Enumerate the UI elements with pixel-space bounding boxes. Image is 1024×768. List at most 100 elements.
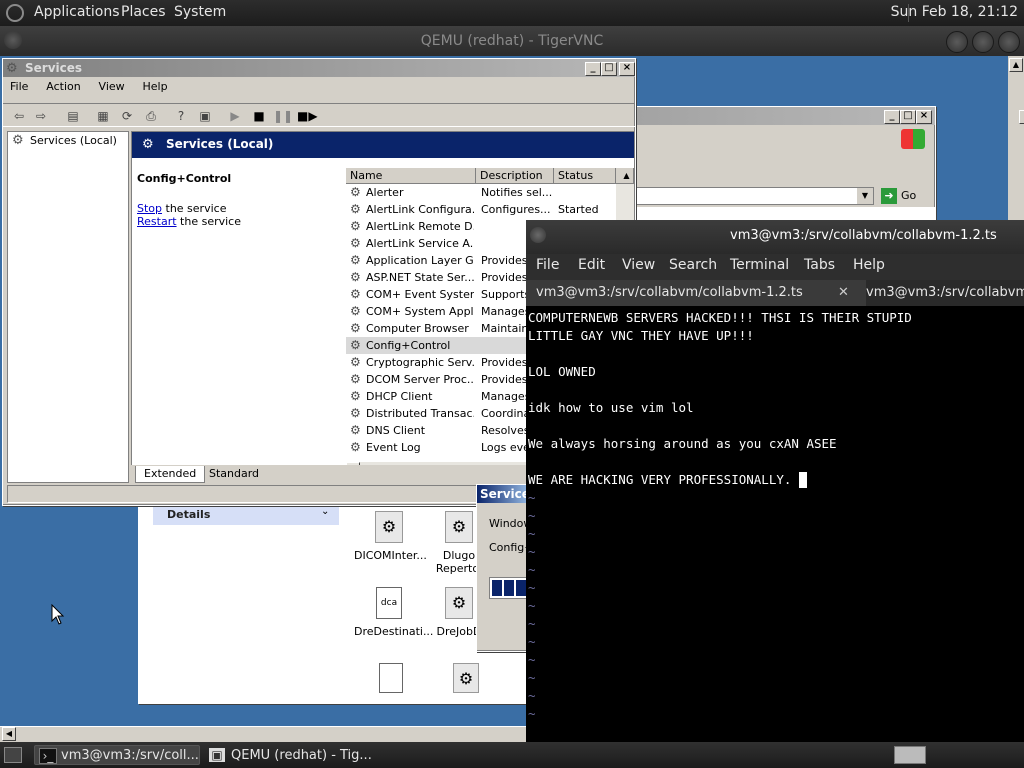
refresh-icon[interactable]: ⟳ [119,108,135,124]
service-gear-icon: ⚙ [350,236,361,250]
menu-file[interactable]: File [3,77,35,96]
terminal-tab-2[interactable]: vm3@vm3:/srv/collabvm/c [856,280,1024,306]
vim-empty-line-marker: ~ [528,688,536,703]
term-menu-search[interactable]: Search [669,257,717,273]
restart-service-icon[interactable]: ■▶ [297,108,318,124]
vim-empty-line-marker: ~ [528,670,536,685]
service-name: Computer Browser [366,322,469,335]
explorer-close-button[interactable]: × [916,110,932,124]
service-name: Config+Control [366,339,451,352]
pause-service-icon[interactable]: ❚❚ [273,108,293,124]
service-name: Application Layer G... [366,254,474,267]
service-name: DCOM Server Proc... [366,373,474,386]
tab-extended[interactable]: Extended [135,466,206,483]
term-menu-terminal[interactable]: Terminal [730,257,789,273]
start-service-icon[interactable]: ▶ [227,108,243,124]
service-gear-icon: ⚙ [350,219,361,233]
terminal-line: WE ARE HACKING VERY PROFESSIONALLY. [528,472,792,487]
progress-block [516,580,526,596]
properties-icon[interactable]: ▦ [95,108,111,124]
service-name: Cryptographic Serv... [366,356,474,369]
vnc-close-button[interactable] [998,31,1020,53]
explorer-maximize-button[interactable]: □ [900,110,916,124]
terminal-window: vm3@vm3:/srv/collabvm/collabvm-1.2.ts Fi… [526,220,1024,742]
service-gear-icon: ⚙ [350,185,361,199]
explorer-minimize-button[interactable] [1019,110,1024,124]
restart-link[interactable]: Restart [137,215,177,228]
vnc-maximize-button[interactable] [972,31,994,53]
export-list-icon[interactable]: ⎙ [143,108,159,124]
service-row[interactable]: ⚙ Alerter Notifies sel... [346,184,632,201]
vim-empty-line-marker: ~ [528,652,536,667]
vim-empty-line-marker: ~ [528,634,536,649]
services-close-button[interactable]: × [619,62,635,76]
menu-system[interactable]: System [174,4,226,20]
service-gear-icon: ⚙ [350,355,361,369]
service-gear-icon: ⚙ [350,270,361,284]
menu-applications[interactable]: Applications [34,4,120,20]
service-name: DHCP Client [366,390,433,403]
column-description[interactable]: Description [476,168,554,184]
services-minimize-button[interactable]: _ [585,62,601,76]
term-menu-view[interactable]: View [622,257,655,273]
back-icon[interactable]: ⇦ [11,108,27,124]
menu-action[interactable]: Action [39,77,87,96]
explorer-min-button[interactable]: _ [884,110,900,124]
vnc-menu-icon[interactable] [4,31,22,49]
foot-logo-icon[interactable] [6,4,24,22]
terminal-output[interactable]: COMPUTERNEWB SERVERS HACKED!!! THSI IS T… [526,306,1024,742]
help-icon[interactable]: ? [173,108,189,124]
terminal-menu-icon[interactable] [530,227,546,243]
collapse-chevron-icon[interactable]: ⌄ [321,506,329,517]
console-icon[interactable]: ▣ [197,108,213,124]
text-cursor [799,472,807,488]
tab-close-icon[interactable]: ✕ [838,280,849,306]
show-desktop-icon[interactable] [4,747,22,763]
tab-2-label: vm3@vm3:/srv/collabvm/c [866,285,1024,300]
vnc-horizontal-scrollbar[interactable]: ◀ [0,726,526,742]
menu-places[interactable]: Places [121,4,166,20]
go-button[interactable]: ➜ Go [879,187,919,205]
services-toolbar: ⇦ ⇨ ▤ ▦ ⟳ ⎙ ? ▣ ▶ ■ ❚❚ ■▶ [3,103,635,127]
list-scroll-up-button[interactable]: ▲ [616,168,634,184]
tree-item-services-local[interactable]: Services (Local) [30,134,117,147]
taskbar-item-terminal[interactable]: ›_ vm3@vm3:/srv/coll... [34,745,200,765]
details-label: Details [167,508,211,521]
taskbar-item-qemu[interactable]: ▣ QEMU (redhat) - Tig... [204,745,374,765]
term-menu-edit[interactable]: Edit [578,257,605,273]
term-menu-file[interactable]: File [536,257,559,273]
document-icon[interactable] [379,663,403,693]
service-row[interactable]: ⚙ AlertLink Configura... Configures... Star… [346,201,632,218]
clock[interactable]: Sun Feb 18, 21:12 [891,4,1018,20]
stop-line: Stop the service [137,202,226,215]
services-maximize-button[interactable]: □ [601,62,617,76]
service-gear-icon: ⚙ [445,587,473,619]
file-icon-dicominter[interactable]: ⚙ DICOMInter... [354,511,427,571]
vim-empty-line-marker: ~ [528,616,536,631]
stop-service-icon[interactable]: ■ [251,108,267,124]
terminal-tab-1[interactable]: vm3@vm3:/srv/collabvm/collabvm-1.2.ts ✕ [526,280,866,306]
column-name[interactable]: Name [346,168,476,184]
vnc-app-icon: ▣ [209,748,225,762]
term-menu-help[interactable]: Help [853,257,885,273]
term-menu-tabs[interactable]: Tabs [804,257,835,273]
tab-1-label: vm3@vm3:/srv/collabvm/collabvm-1.2.ts [536,285,803,300]
address-bar[interactable] [634,187,874,205]
service-description: Notifies sel... [481,186,553,199]
address-dropdown-button[interactable]: ▼ [857,188,873,204]
stop-link[interactable]: Stop [137,202,162,215]
file-icon-dredestinati[interactable]: dca DreDestinati... [354,587,433,647]
show-tree-icon[interactable]: ▤ [65,108,81,124]
workspace-switcher[interactable] [894,746,926,764]
forward-icon[interactable]: ⇨ [33,108,49,124]
vnc-minimize-button[interactable] [946,31,968,53]
details-panel-header[interactable]: Details ⌄ [153,505,339,525]
terminal-title: vm3@vm3:/srv/collabvm/collabvm-1.2.ts [730,228,997,243]
column-status[interactable]: Status [554,168,616,184]
services-header-band: ⚙ Services (Local) [132,132,634,158]
tab-standard[interactable]: Standard [201,466,267,482]
services-header-title: Services (Local) [166,137,274,151]
menu-view[interactable]: View [92,77,132,96]
menu-help[interactable]: Help [135,77,174,96]
service-gear-icon[interactable]: ⚙ [453,663,479,693]
